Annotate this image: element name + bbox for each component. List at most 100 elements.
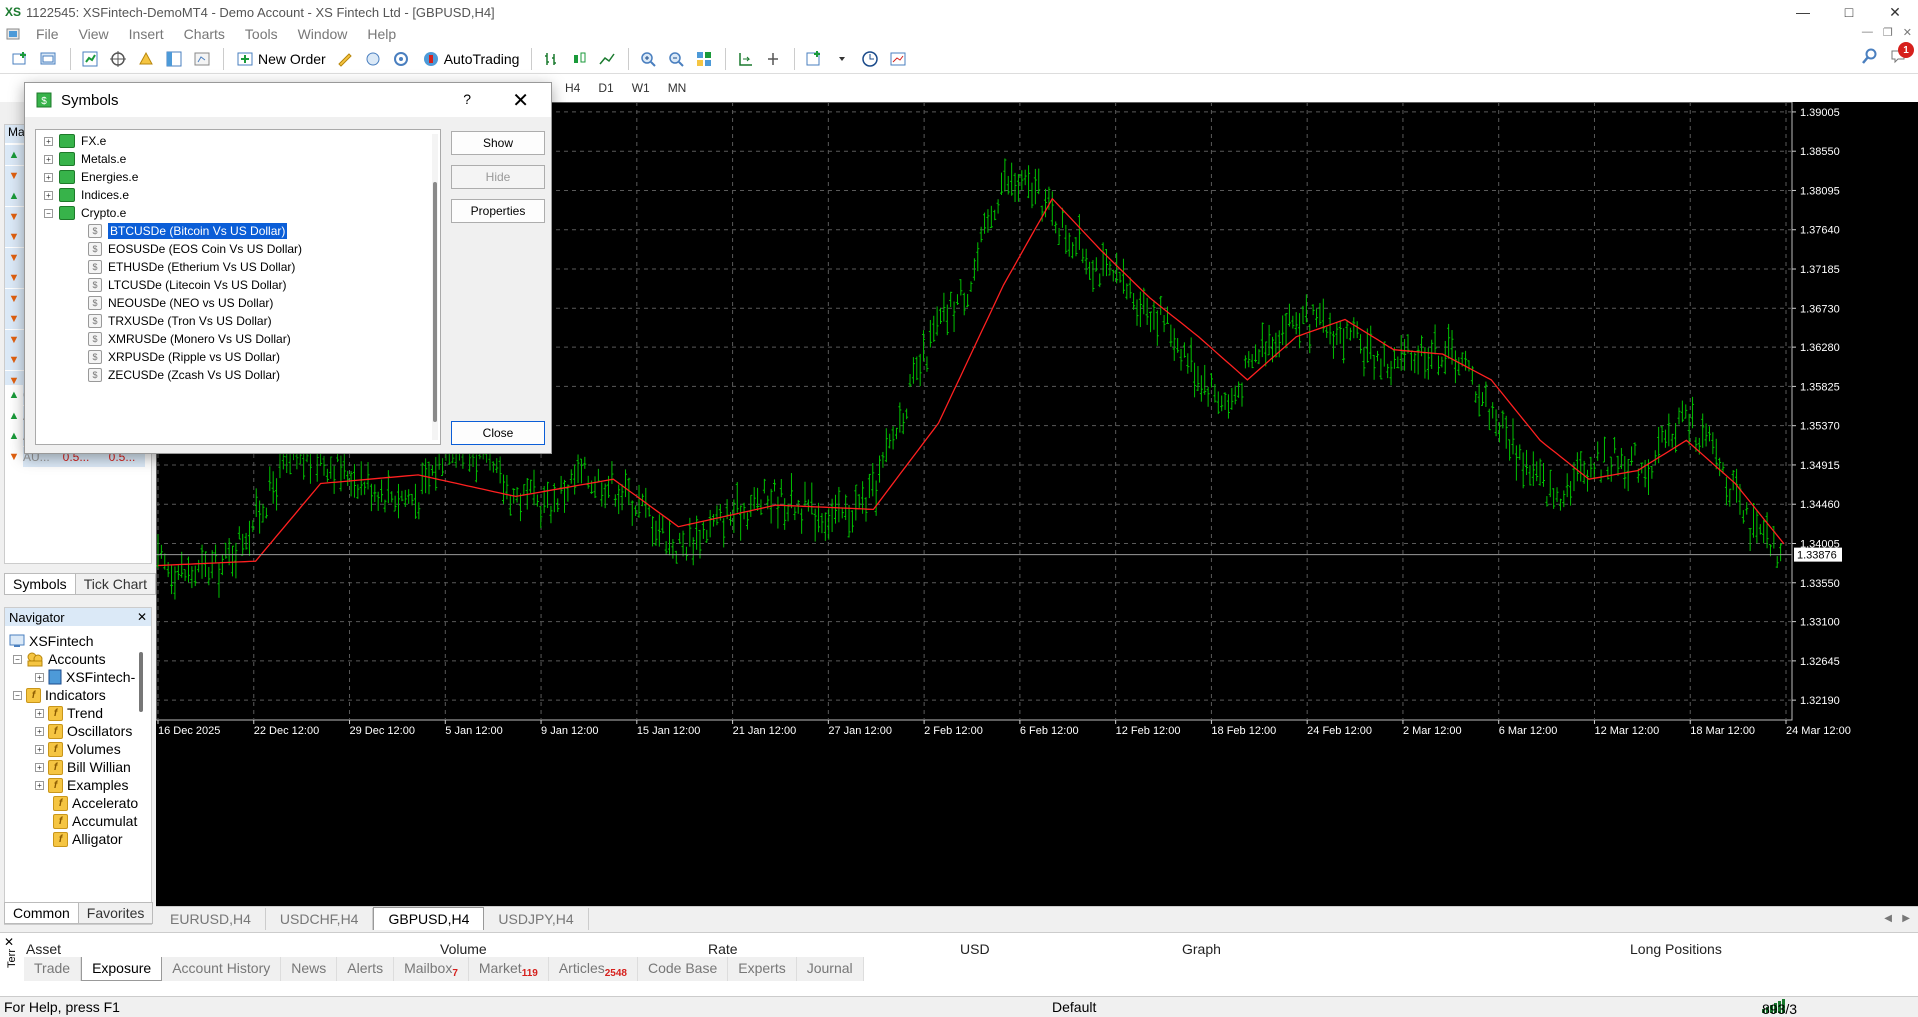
timeframe-d1[interactable]: D1 xyxy=(589,81,622,95)
terminal-tab[interactable]: News xyxy=(281,957,338,981)
indicators-icon[interactable] xyxy=(801,47,827,71)
search-icon[interactable] xyxy=(1862,48,1878,67)
tree-scrollbar[interactable] xyxy=(432,134,438,440)
minimize-button[interactable]: — xyxy=(1780,0,1826,24)
menu-help[interactable]: Help xyxy=(357,26,406,42)
tab-common[interactable]: Common xyxy=(4,902,79,924)
symbol-group[interactable]: + Energies.e xyxy=(44,168,138,186)
timeframe-w1[interactable]: W1 xyxy=(623,81,659,95)
zoom-out-icon[interactable] xyxy=(663,47,689,71)
expand-icon[interactable]: + xyxy=(44,136,53,146)
expand-icon[interactable]: + xyxy=(35,744,44,754)
collapse-icon[interactable]: − xyxy=(13,690,22,700)
expand-icon[interactable]: + xyxy=(35,762,44,772)
expand-icon[interactable]: + xyxy=(44,154,53,164)
menu-insert[interactable]: Insert xyxy=(119,26,174,42)
symbols-tree[interactable]: + FX.e + Metals.e + Energies.e + Indices.e − Cryp… xyxy=(35,129,441,445)
column-volume[interactable]: Volume xyxy=(440,941,487,957)
tab-symbols[interactable]: Symbols xyxy=(4,573,76,595)
column-rate[interactable]: Rate xyxy=(708,941,738,957)
strategy-tester-icon[interactable] xyxy=(189,47,215,71)
scroll-left-icon[interactable]: ◀ xyxy=(1884,913,1892,924)
symbol-group[interactable]: + Indices.e xyxy=(44,186,129,204)
symbol-item[interactable]: $ ETHUSDe (Etherium Vs US Dollar) xyxy=(88,258,295,276)
dropdown-chevron-icon[interactable] xyxy=(829,47,855,71)
tab-tick-chart[interactable]: Tick Chart xyxy=(75,573,156,595)
periods-icon[interactable] xyxy=(857,47,883,71)
scroll-right-icon[interactable]: ▶ xyxy=(1902,913,1910,924)
line-chart-icon[interactable] xyxy=(594,47,620,71)
symbol-group[interactable]: + Metals.e xyxy=(44,150,126,168)
menu-view[interactable]: View xyxy=(69,26,119,42)
terminal-tab[interactable]: Mailbox7 xyxy=(394,957,469,981)
dialog-help-button[interactable]: ? xyxy=(463,91,471,107)
metaeditor-icon[interactable] xyxy=(332,47,358,71)
symbol-group[interactable]: − Crypto.e xyxy=(44,204,126,222)
menu-charts[interactable]: Charts xyxy=(174,26,235,42)
expand-icon[interactable]: + xyxy=(35,708,44,718)
terminal-tab[interactable]: Market119 xyxy=(469,957,549,981)
menu-file[interactable]: File xyxy=(26,26,69,42)
tab-favorites[interactable]: Favorites xyxy=(78,902,154,924)
expand-icon[interactable]: + xyxy=(35,780,44,790)
terminal-close-icon[interactable]: ✕ xyxy=(4,935,14,949)
show-button[interactable]: Show xyxy=(451,131,545,155)
terminal-tab[interactable]: Exposure xyxy=(81,957,163,981)
terminal-icon[interactable] xyxy=(161,47,187,71)
chart-shift-icon[interactable] xyxy=(760,47,786,71)
terminal-tab[interactable]: Account History xyxy=(162,957,282,981)
symbol-item[interactable]: $ XMRUSDe (Monero Vs US Dollar) xyxy=(88,330,291,348)
expand-icon[interactable]: + xyxy=(44,172,53,182)
mdi-minimize-button[interactable]: — xyxy=(1862,26,1873,39)
chart-tab[interactable]: EURUSD,H4 xyxy=(156,907,266,930)
chart-tab[interactable]: GBPUSD,H4 xyxy=(373,907,485,930)
symbol-item[interactable]: $ BTCUSDe (Bitcoin Vs US Dollar) xyxy=(88,222,289,240)
expand-icon[interactable]: + xyxy=(35,672,44,682)
symbol-group[interactable]: + FX.e xyxy=(44,132,106,150)
terminal-tab[interactable]: Experts xyxy=(728,957,797,981)
market-watch-icon[interactable] xyxy=(77,47,103,71)
symbol-item[interactable]: $ LTCUSDe (Litecoin Vs US Dollar) xyxy=(88,276,287,294)
terminal-tab[interactable]: Code Base xyxy=(638,957,729,981)
terminal-tab[interactable]: Alerts xyxy=(337,957,395,981)
column-asset[interactable]: Asset xyxy=(26,941,61,957)
profiles-icon[interactable] xyxy=(36,47,62,71)
navigator-icon[interactable] xyxy=(133,47,159,71)
new-chart-icon[interactable] xyxy=(8,47,34,71)
tile-windows-icon[interactable] xyxy=(691,47,717,71)
data-window-icon[interactable] xyxy=(105,47,131,71)
new-order-button[interactable]: New Order xyxy=(230,47,332,71)
symbol-item[interactable]: $ TRXUSDe (Tron Vs US Dollar) xyxy=(88,312,272,330)
terminal-tab[interactable]: Articles2548 xyxy=(549,957,638,981)
terminal-tab[interactable]: Journal xyxy=(797,957,864,981)
chart-tab[interactable]: USDCHF,H4 xyxy=(266,907,374,930)
navigator-close-icon[interactable]: ✕ xyxy=(137,610,147,624)
navigator-scrollbar[interactable] xyxy=(139,652,143,712)
column-long-positions[interactable]: Long Positions xyxy=(1630,941,1722,957)
mdi-close-button[interactable]: ✕ xyxy=(1903,26,1912,39)
market-icon[interactable] xyxy=(388,47,414,71)
column-usd[interactable]: USD xyxy=(960,941,990,957)
close-window-button[interactable]: ✕ xyxy=(1872,0,1918,24)
menu-window[interactable]: Window xyxy=(288,26,358,42)
symbol-item[interactable]: $ XRPUSDe (Ripple vs US Dollar) xyxy=(88,348,280,366)
chart-tab[interactable]: USDJPY,H4 xyxy=(484,907,589,930)
terminal-tab[interactable]: Trade xyxy=(24,957,82,981)
symbol-item[interactable]: $ ZECUSDe (Zcash Vs US Dollar) xyxy=(88,366,280,384)
dialog-close-icon[interactable]: ✕ xyxy=(512,88,529,113)
nav-indicator-item[interactable]: f Alligator xyxy=(53,828,123,850)
templates-icon[interactable] xyxy=(885,47,911,71)
autotrading-button[interactable]: AutoTrading xyxy=(416,47,526,71)
document-icon[interactable] xyxy=(0,27,26,41)
candlestick-icon[interactable] xyxy=(566,47,592,71)
expand-icon[interactable]: + xyxy=(35,726,44,736)
collapse-icon[interactable]: − xyxy=(44,208,53,218)
status-connection[interactable]: 893/3 kb xyxy=(1762,999,1797,1017)
mdi-restore-button[interactable]: ❐ xyxy=(1883,26,1893,39)
timeframe-h4[interactable]: H4 xyxy=(556,81,589,95)
signals-icon[interactable] xyxy=(360,47,386,71)
hide-button[interactable]: Hide xyxy=(451,165,545,189)
autoscroll-icon[interactable] xyxy=(732,47,758,71)
close-button[interactable]: Close xyxy=(451,421,545,445)
collapse-icon[interactable]: − xyxy=(13,654,22,664)
